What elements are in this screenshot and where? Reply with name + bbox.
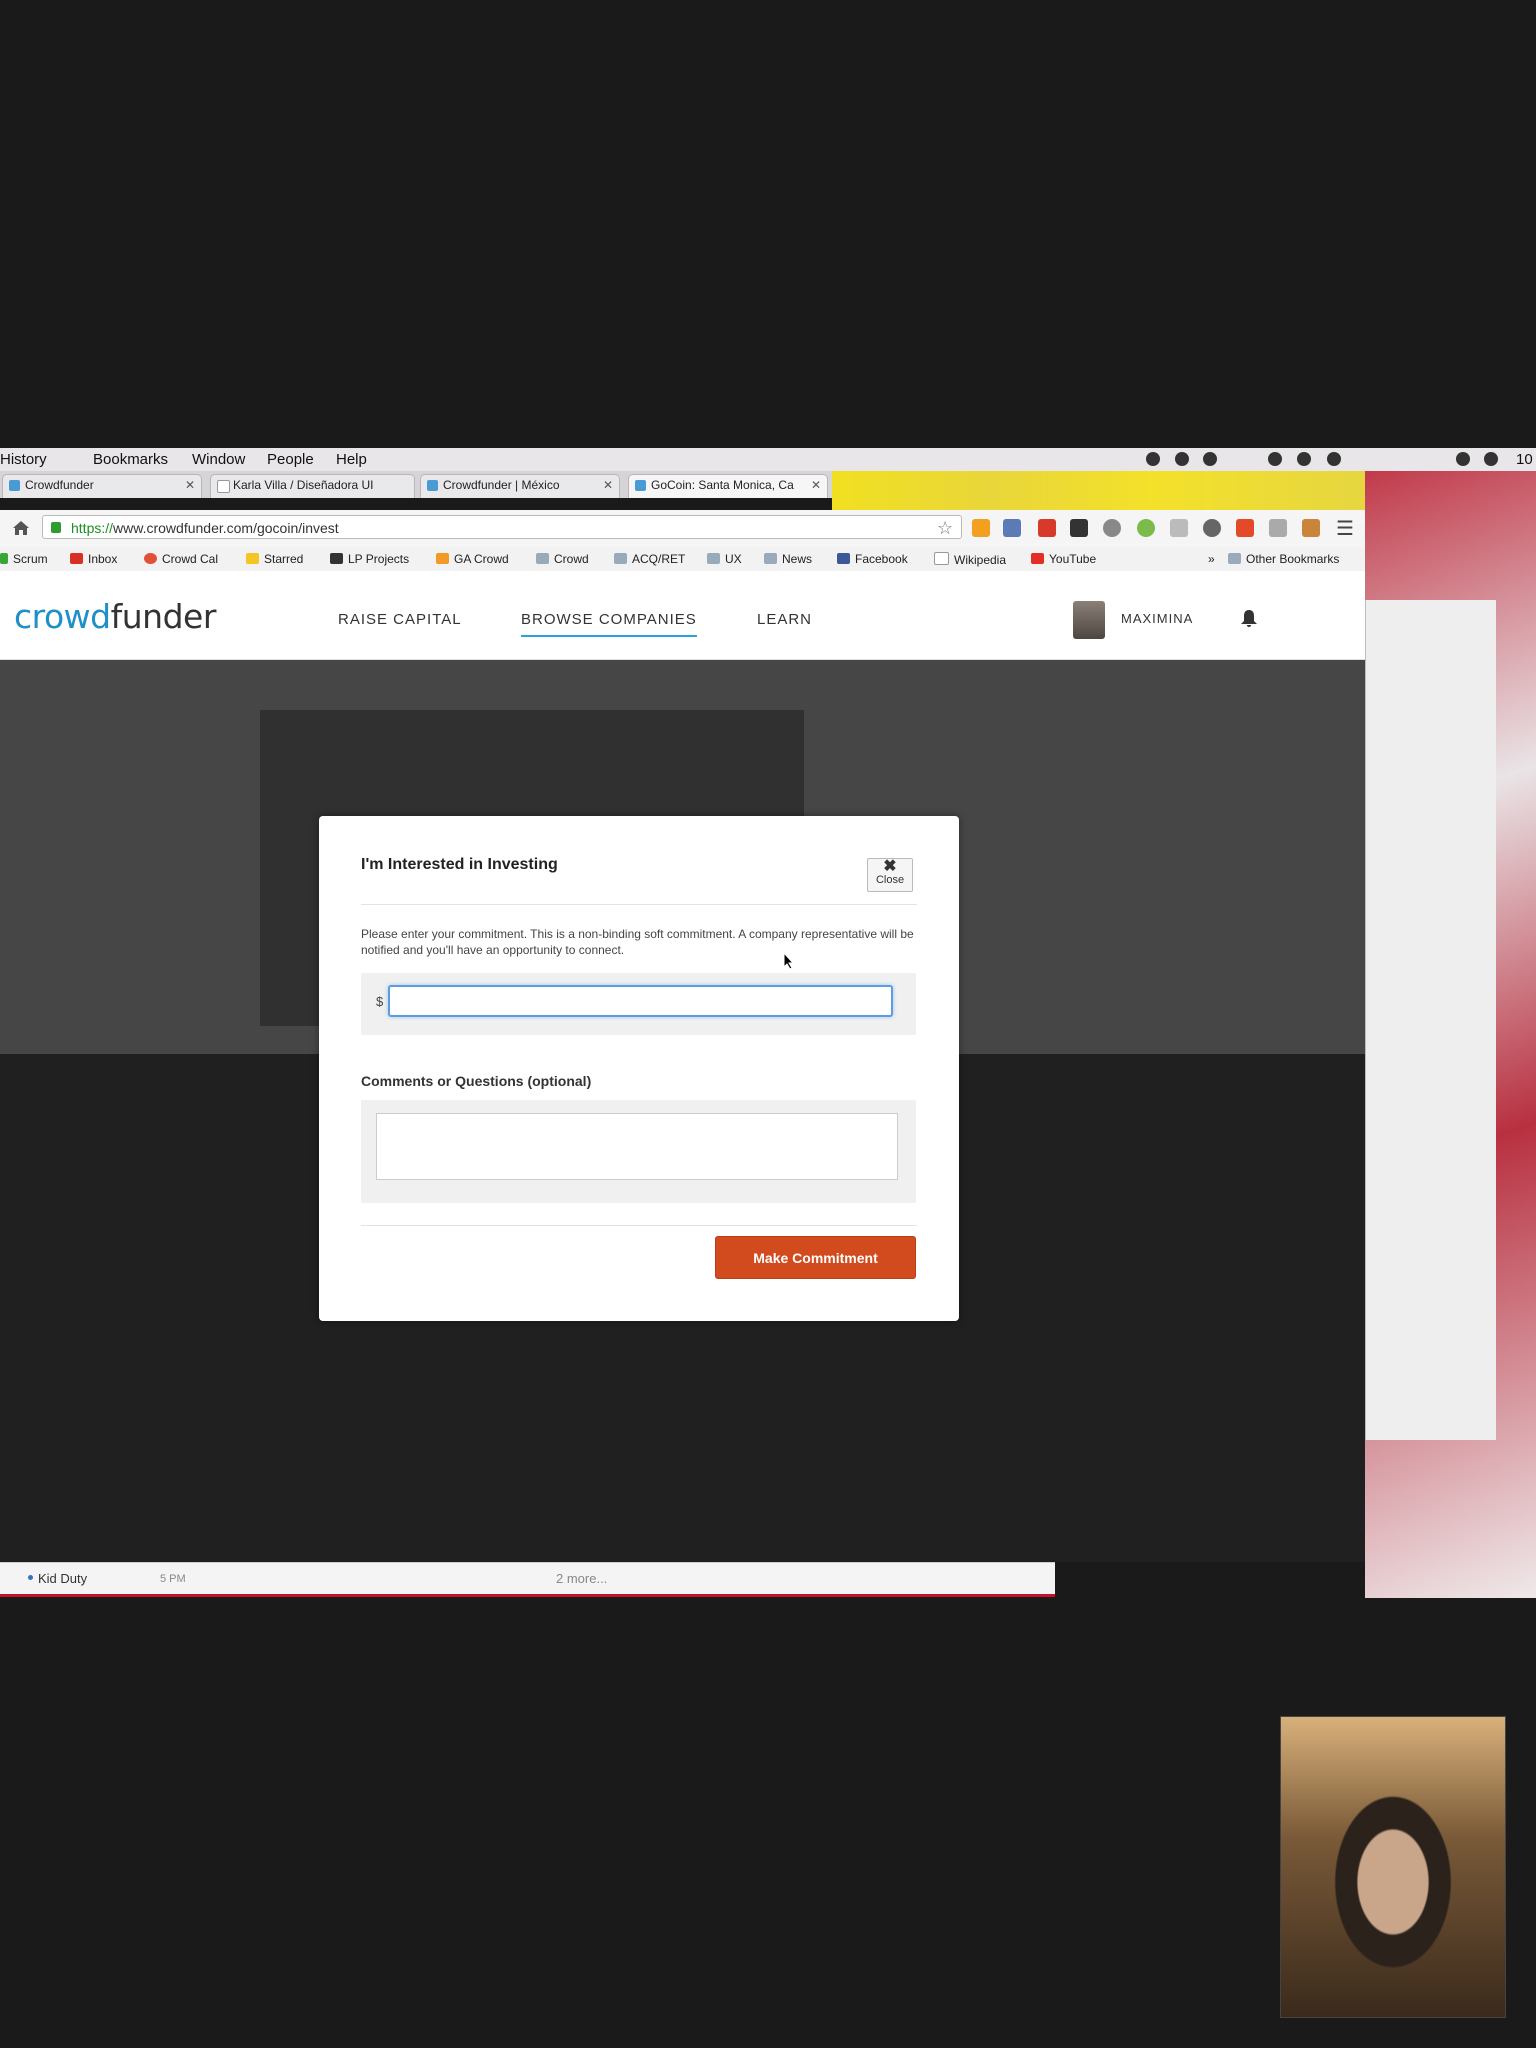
bookmark-lp-projects[interactable]: LP Projects [330, 552, 409, 566]
divider [361, 1225, 917, 1226]
make-commitment-button[interactable]: Make Commitment [715, 1236, 916, 1279]
notifications-bell-icon[interactable] [1240, 609, 1258, 629]
address-bar[interactable]: https://www.crowdfunder.com/gocoin/inves… [42, 515, 962, 539]
crowdfunder-favicon [9, 480, 20, 491]
commitment-instructions: Please enter your commitment. This is a … [361, 927, 914, 957]
tab-crowdfunder[interactable]: Crowdfunder ✕ [2, 474, 202, 498]
cast-icon[interactable] [1170, 519, 1188, 537]
bookmark-crowd-cal[interactable]: Crowd Cal [144, 552, 218, 566]
calendar-red-line [0, 1594, 1055, 1597]
nav-learn[interactable]: LEARN [757, 611, 812, 628]
comments-field-group [361, 1100, 916, 1203]
bookmark-starred[interactable]: Starred [246, 552, 303, 566]
bookmark-other-bookmarks[interactable]: Other Bookmarks [1228, 552, 1339, 566]
menu-window[interactable]: Window [192, 451, 245, 468]
crowdfunder-logo[interactable]: crowdfunder [14, 597, 216, 636]
extension-icon[interactable] [1269, 519, 1287, 537]
tab-karla-villa[interactable]: Karla Villa / Diseñadora UI [210, 474, 415, 498]
crowdfunder-favicon [635, 480, 646, 491]
tab-close-icon[interactable]: ✕ [811, 478, 821, 492]
chrome-menu-icon[interactable]: ☰ [1336, 516, 1354, 541]
bookmark-inbox[interactable]: Inbox [70, 552, 117, 566]
extension-icon[interactable] [1236, 519, 1254, 537]
webcam-video-overlay [1280, 1716, 1506, 2018]
tab-label: Crowdfunder | México [443, 478, 560, 492]
bookmark-wikipedia[interactable]: Wikipedia [934, 552, 1006, 567]
browser-theme-artwork [832, 471, 1365, 510]
tab-label: GoCoin: Santa Monica, Ca [651, 478, 794, 492]
extension-icon[interactable] [1070, 519, 1088, 537]
tab-label: Crowdfunder [25, 478, 94, 492]
amazon-extension-icon[interactable] [972, 519, 990, 537]
dropbox-icon[interactable] [1203, 452, 1217, 466]
star-bookmark-icon[interactable]: ☆ [937, 518, 953, 539]
close-icon: ✖ [883, 858, 897, 875]
volume-icon[interactable] [1484, 452, 1498, 466]
bookmarks-overflow-chevron[interactable]: » [1208, 552, 1215, 566]
tray-icon-4[interactable] [1297, 452, 1311, 466]
calendar-event-time: 5 PM [160, 1573, 186, 1585]
page-favicon [217, 480, 230, 493]
invest-modal: I'm Interested in Investing ✖ Close Plea… [319, 816, 959, 1321]
home-icon[interactable] [12, 520, 30, 536]
close-label: Close [875, 874, 905, 886]
menu-bookmarks[interactable]: Bookmarks [93, 451, 168, 468]
tab-crowdfunder-mexico[interactable]: Crowdfunder | México ✕ [420, 474, 620, 498]
divider [361, 904, 917, 905]
currency-symbol: $ [376, 994, 384, 1009]
extension-icon[interactable] [1038, 519, 1056, 537]
bookmark-youtube[interactable]: YouTube [1031, 552, 1096, 566]
tab-close-icon[interactable]: ✕ [185, 478, 195, 492]
bookmark-folder-crowd[interactable]: Crowd [536, 552, 589, 566]
comments-label: Comments or Questions (optional) [361, 1073, 592, 1089]
bookmark-scrum[interactable]: Scrum [0, 552, 48, 566]
extension-icon[interactable] [1203, 519, 1221, 537]
wifi-icon[interactable] [1456, 452, 1470, 466]
tab-label: Karla Villa / Diseñadora UI [233, 478, 374, 492]
background-document-window[interactable] [1365, 600, 1496, 1440]
site-header: crowdfunder RAISE CAPITAL BROWSE COMPANI… [0, 571, 1365, 660]
commitment-amount-input[interactable] [388, 985, 893, 1017]
tab-gocoin[interactable]: GoCoin: Santa Monica, Ca ✕ [628, 474, 828, 498]
nav-browse-companies[interactable]: BROWSE COMPANIES [521, 611, 697, 637]
menu-people[interactable]: People [267, 451, 314, 468]
bookmark-folder-ux[interactable]: UX [707, 552, 742, 566]
avatar[interactable] [1073, 601, 1105, 639]
tray-icon-3[interactable] [1268, 452, 1282, 466]
lock-icon [51, 522, 61, 533]
bookmark-folder-acq-ret[interactable]: ACQ/RET [614, 552, 685, 566]
url-scheme: https:// [71, 520, 114, 536]
browser-toolbar: https://www.crowdfunder.com/gocoin/inves… [0, 510, 1365, 548]
extension-icon[interactable] [1103, 519, 1121, 537]
calendar-event[interactable]: Kid Duty [38, 1571, 87, 1586]
bookmark-folder-news[interactable]: News [764, 552, 812, 566]
url-path: www.crowdfunder.com/gocoin/invest [113, 520, 339, 536]
tab-close-icon[interactable]: ✕ [603, 478, 613, 492]
amount-field-group: $ [361, 973, 916, 1035]
menubar-clock[interactable]: 10 [1516, 451, 1533, 468]
menu-help[interactable]: Help [336, 451, 367, 468]
bookmark-facebook[interactable]: Facebook [837, 552, 908, 566]
extension-icon[interactable] [1302, 519, 1320, 537]
crowdfunder-favicon [427, 480, 438, 491]
calendar-strip: Kid Duty 5 PM 2 more... [0, 1562, 1055, 1595]
close-button[interactable]: ✖ Close [867, 858, 913, 892]
mouse-cursor-icon [783, 952, 795, 970]
nav-raise-capital[interactable]: RAISE CAPITAL [338, 611, 462, 628]
mac-menu-bar: History Bookmarks Window People Help 10 [0, 448, 1536, 471]
user-menu[interactable]: MAXIMINA [1121, 611, 1193, 626]
bookmark-ga-crowd[interactable]: GA Crowd [436, 552, 509, 566]
extension-icon[interactable] [1003, 519, 1021, 537]
event-dot-icon [28, 1575, 33, 1580]
bookmarks-bar: Scrum Inbox Crowd Cal Starred LP Project… [0, 547, 1365, 572]
tray-icon-1[interactable] [1146, 452, 1160, 466]
extension-icon[interactable] [1137, 519, 1155, 537]
modal-title: I'm Interested in Investing [361, 856, 558, 873]
calendar-more-link[interactable]: 2 more... [556, 1571, 607, 1586]
tray-icon-2[interactable] [1175, 452, 1189, 466]
tray-icon-5[interactable] [1327, 452, 1341, 466]
comments-textarea[interactable] [376, 1113, 898, 1180]
menu-history[interactable]: History [0, 451, 47, 468]
